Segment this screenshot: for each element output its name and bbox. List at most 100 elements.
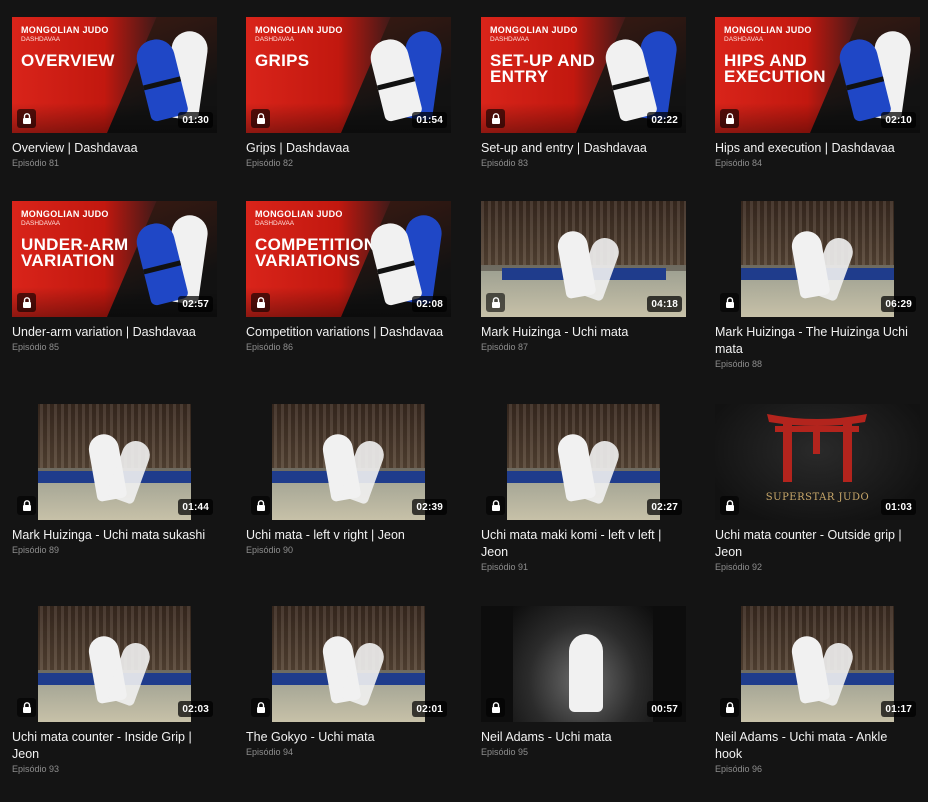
episode-number: Episódio 93 xyxy=(12,764,60,774)
episode-title[interactable]: Uchi mata maki komi - left v left | Jeon xyxy=(481,527,681,561)
duration-badge: 01:30 xyxy=(178,112,213,128)
episode-card[interactable]: 01:44 Mark Huizinga - Uchi mata sukashi Ep… xyxy=(12,404,217,555)
lock-icon xyxy=(720,698,739,717)
thumb-brand-sub: DASHDAVAA xyxy=(21,220,61,227)
lock-icon xyxy=(17,109,36,128)
lock-icon xyxy=(251,293,270,312)
episode-card[interactable]: SUPERSTAR JUDO 01:03 Uchi mata counter - O… xyxy=(715,404,920,572)
duration-badge: 02:27 xyxy=(647,499,682,515)
episode-thumbnail[interactable]: 04:18 xyxy=(481,201,686,317)
lock-icon xyxy=(720,109,739,128)
episode-thumbnail[interactable]: 02:39 xyxy=(246,404,451,520)
thumb-brand-sub: DASHDAVAA xyxy=(255,36,295,43)
thumb-brand-sub: DASHDAVAA xyxy=(724,36,764,43)
duration-badge: 01:54 xyxy=(412,112,447,128)
thumb-brand-sub: DASHDAVAA xyxy=(490,36,530,43)
episode-thumbnail[interactable]: MONGOLIAN JUDO DASHDAVAA UNDER-ARM VARIATI… xyxy=(12,201,217,317)
episode-card[interactable]: MONGOLIAN JUDO DASHDAVAA UNDER-ARM VARIATI… xyxy=(12,201,217,352)
thumb-brand-sub: DASHDAVAA xyxy=(255,220,295,227)
episode-card[interactable]: MONGOLIAN JUDO DASHDAVAA COMPETITION VARIA… xyxy=(246,201,451,352)
lock-icon xyxy=(17,293,36,312)
episode-card[interactable]: 06:29 Mark Huizinga - The Huizinga Uchi m… xyxy=(715,201,920,369)
episode-number: Episódio 88 xyxy=(715,359,763,369)
episode-thumbnail[interactable]: MONGOLIAN JUDO DASHDAVAA GRIPS 01:54 xyxy=(246,17,451,133)
episode-title[interactable]: Set-up and entry | Dashdavaa xyxy=(481,140,681,157)
episode-thumbnail[interactable]: 01:17 xyxy=(715,606,920,722)
episode-card[interactable]: 02:27 Uchi mata maki komi - left v left |… xyxy=(481,404,686,572)
episode-thumbnail[interactable]: MONGOLIAN JUDO DASHDAVAA COMPETITION VARIA… xyxy=(246,201,451,317)
episode-title[interactable]: Competition variations | Dashdavaa xyxy=(246,324,446,341)
episode-thumbnail[interactable]: MONGOLIAN JUDO DASHDAVAA HIPS AND EXECUTIO… xyxy=(715,17,920,133)
lock-icon xyxy=(720,496,739,515)
duration-badge: 06:29 xyxy=(881,296,916,312)
judoka-figure xyxy=(569,634,603,712)
episode-card[interactable]: MONGOLIAN JUDO DASHDAVAA SET-UP AND ENTRY 0… xyxy=(481,17,686,168)
episode-card[interactable]: MONGOLIAN JUDO DASHDAVAA OVERVIEW 01:30 Over… xyxy=(12,17,217,168)
episode-number: Episódio 81 xyxy=(12,158,60,168)
episode-card[interactable]: 01:17 Neil Adams - Uchi mata - Ankle hook… xyxy=(715,606,920,774)
episode-number: Episódio 86 xyxy=(246,342,294,352)
thumb-brand-label: MONGOLIAN JUDO xyxy=(724,25,812,35)
episode-title[interactable]: Hips and execution | Dashdavaa xyxy=(715,140,915,157)
episode-thumbnail[interactable]: 02:03 xyxy=(12,606,217,722)
episode-thumbnail[interactable]: MONGOLIAN JUDO DASHDAVAA SET-UP AND ENTRY 0… xyxy=(481,17,686,133)
episode-title[interactable]: Under-arm variation | Dashdavaa xyxy=(12,324,212,341)
episode-number: Episódio 91 xyxy=(481,562,529,572)
duration-badge: 01:17 xyxy=(881,701,916,717)
episode-thumbnail[interactable]: 00:57 xyxy=(481,606,686,722)
episode-number: Episódio 83 xyxy=(481,158,529,168)
episode-title[interactable]: Neil Adams - Uchi mata xyxy=(481,729,681,746)
episode-number: Episódio 82 xyxy=(246,158,294,168)
duration-badge: 02:22 xyxy=(647,112,682,128)
episode-number: Episódio 94 xyxy=(246,747,294,757)
episode-title[interactable]: Uchi mata counter - Outside grip | Jeon xyxy=(715,527,915,561)
lock-icon xyxy=(486,293,505,312)
episode-thumbnail[interactable]: 02:01 xyxy=(246,606,451,722)
duration-badge: 02:39 xyxy=(412,499,447,515)
episode-title[interactable]: Mark Huizinga - The Huizinga Uchi mata xyxy=(715,324,915,358)
episode-card[interactable]: MONGOLIAN JUDO DASHDAVAA HIPS AND EXECUTIO… xyxy=(715,17,920,168)
episode-thumbnail[interactable]: MONGOLIAN JUDO DASHDAVAA OVERVIEW 01:30 xyxy=(12,17,217,133)
thumb-brand-label: MONGOLIAN JUDO xyxy=(21,25,109,35)
episode-thumbnail[interactable]: 01:44 xyxy=(12,404,217,520)
episode-thumbnail[interactable]: 06:29 xyxy=(715,201,920,317)
episode-card[interactable]: MONGOLIAN JUDO DASHDAVAA GRIPS 01:54 Grips |… xyxy=(246,17,451,168)
lock-icon xyxy=(486,698,505,717)
episode-number: Episódio 85 xyxy=(12,342,60,352)
lock-icon xyxy=(251,109,270,128)
duration-badge: 02:03 xyxy=(178,701,213,717)
lock-icon xyxy=(17,496,36,515)
duration-badge: 04:18 xyxy=(647,296,682,312)
lock-icon xyxy=(17,698,36,717)
duration-badge: 01:44 xyxy=(178,499,213,515)
episode-title[interactable]: Mark Huizinga - Uchi mata sukashi xyxy=(12,527,212,544)
episode-thumbnail[interactable]: SUPERSTAR JUDO 01:03 xyxy=(715,404,920,520)
episode-number: Episódio 87 xyxy=(481,342,529,352)
duration-badge: 02:10 xyxy=(881,112,916,128)
episode-card[interactable]: 02:39 Uchi mata - left v right | Jeon Epis… xyxy=(246,404,451,555)
episode-title[interactable]: Uchi mata - left v right | Jeon xyxy=(246,527,446,544)
thumb-brand-label: MONGOLIAN JUDO xyxy=(21,209,109,219)
episode-grid: MONGOLIAN JUDO DASHDAVAA OVERVIEW 01:30 Over… xyxy=(0,0,928,802)
duration-badge: 00:57 xyxy=(647,701,682,717)
episode-card[interactable]: 00:57 Neil Adams - Uchi mata Episódio 95 xyxy=(481,606,686,757)
thumb-brand-label: MONGOLIAN JUDO xyxy=(255,209,343,219)
episode-title[interactable]: Mark Huizinga - Uchi mata xyxy=(481,324,681,341)
duration-badge: 02:57 xyxy=(178,296,213,312)
episode-title[interactable]: The Gokyo - Uchi mata xyxy=(246,729,446,746)
duration-badge: 01:03 xyxy=(881,499,916,515)
thumb-brand-label: MONGOLIAN JUDO xyxy=(490,25,578,35)
episode-title[interactable]: Grips | Dashdavaa xyxy=(246,140,446,157)
episode-card[interactable]: 02:03 Uchi mata counter - Inside Grip | J… xyxy=(12,606,217,774)
episode-thumbnail[interactable]: 02:27 xyxy=(481,404,686,520)
episode-number: Episódio 92 xyxy=(715,562,763,572)
lock-icon xyxy=(486,109,505,128)
episode-title[interactable]: Neil Adams - Uchi mata - Ankle hook xyxy=(715,729,915,763)
lock-icon xyxy=(486,496,505,515)
episode-title[interactable]: Overview | Dashdavaa xyxy=(12,140,212,157)
lock-icon xyxy=(251,698,270,717)
episode-card[interactable]: 02:01 The Gokyo - Uchi mata Episódio 94 xyxy=(246,606,451,757)
episode-card[interactable]: 04:18 Mark Huizinga - Uchi mata Episódio 8… xyxy=(481,201,686,352)
episode-number: Episódio 84 xyxy=(715,158,763,168)
episode-title[interactable]: Uchi mata counter - Inside Grip | Jeon xyxy=(12,729,212,763)
